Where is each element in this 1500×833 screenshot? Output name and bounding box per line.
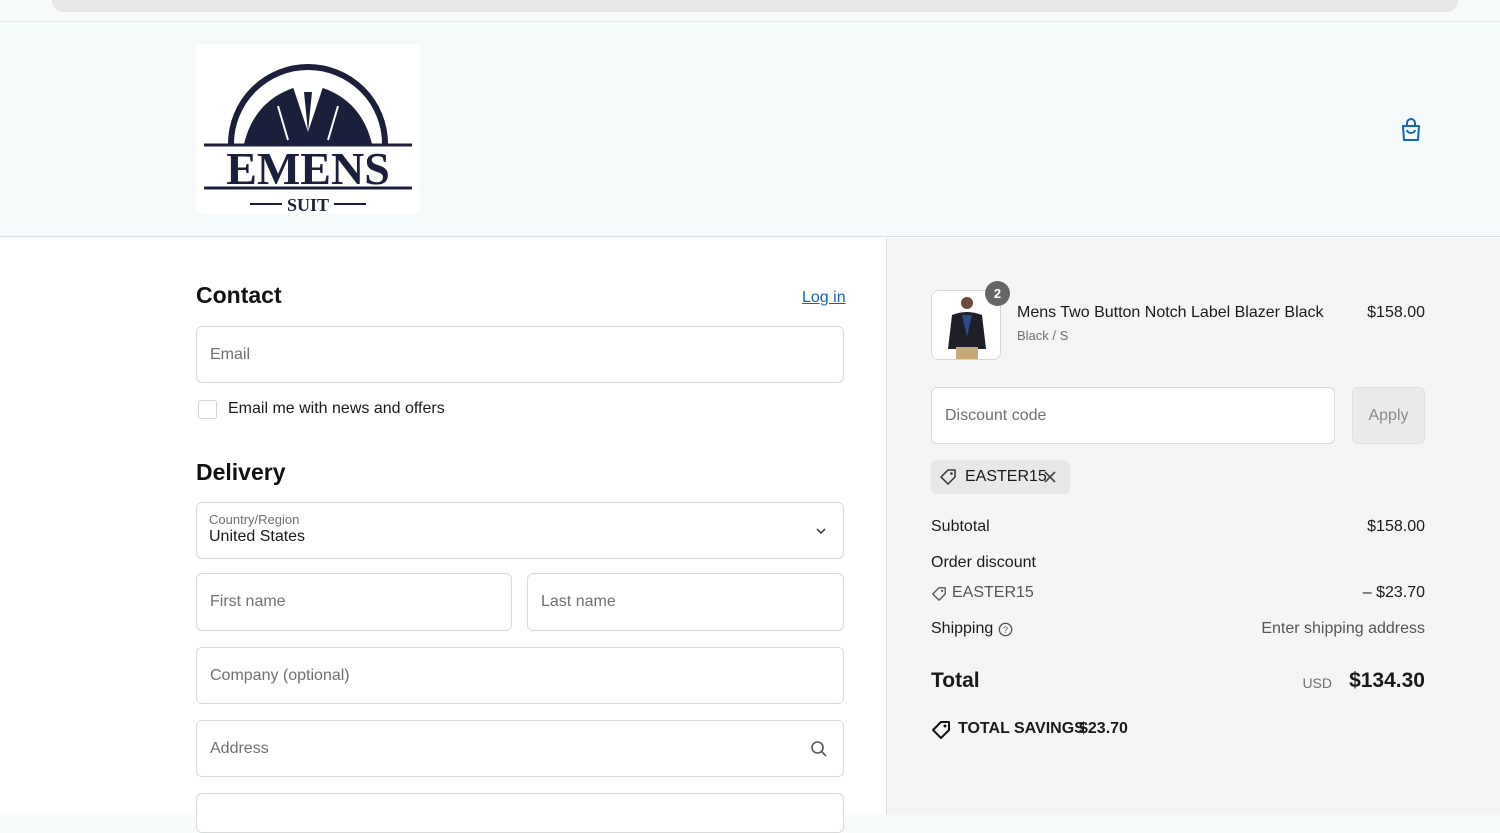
product-price: $158.00 — [1367, 304, 1425, 321]
login-link[interactable]: Log in — [802, 289, 846, 307]
product-name: Mens Two Button Notch Label Blazer Black — [1017, 304, 1324, 321]
savings-tag-icon — [932, 721, 950, 739]
browser-address-strip — [0, 0, 1500, 22]
discount-code-field[interactable]: Discount code — [931, 387, 1335, 444]
next-address-field[interactable] — [196, 793, 844, 833]
newsletter-checkbox[interactable] — [198, 400, 217, 419]
tag-icon — [932, 587, 946, 601]
search-icon — [811, 741, 827, 757]
address-bar[interactable] — [52, 0, 1458, 12]
last-name-field[interactable]: Last name — [527, 573, 844, 631]
total-value: $134.30 — [1349, 669, 1425, 692]
address-placeholder: Address — [210, 739, 269, 757]
company-placeholder: Company (optional) — [210, 666, 350, 684]
discount-value: – $23.70 — [1362, 584, 1425, 601]
total-savings-value: $23.70 — [1079, 720, 1128, 737]
subtotal-label: Subtotal — [931, 518, 990, 535]
country-select[interactable]: Country/Region United States — [196, 502, 844, 559]
last-name-placeholder: Last name — [541, 593, 616, 610]
shipping-value: Enter shipping address — [1261, 620, 1425, 637]
shipping-label: Shipping — [931, 620, 994, 637]
address-field[interactable]: Address — [196, 720, 844, 777]
shopping-bag-icon[interactable] — [1397, 116, 1425, 144]
logo-brand-name: EMENS — [226, 143, 390, 194]
apply-button[interactable]: Apply — [1352, 387, 1425, 444]
delivery-heading: Delivery — [196, 459, 286, 485]
total-savings-label: TOTAL SAVINGS — [958, 720, 1085, 737]
logo-subtitle: SUIT — [287, 195, 329, 214]
first-name-placeholder: First name — [210, 593, 286, 610]
country-label: Country/Region — [209, 512, 300, 527]
checkout-form: Contact Log in Email Email me with news … — [0, 238, 886, 833]
svg-text:?: ? — [1003, 625, 1008, 635]
remove-discount-icon[interactable] — [1043, 470, 1057, 484]
quantity-badge: 2 — [985, 281, 1010, 306]
company-field[interactable]: Company (optional) — [196, 647, 844, 704]
subtotal-value: $158.00 — [1367, 518, 1425, 535]
email-placeholder: Email — [210, 345, 251, 363]
checkout-header: EMENS SUIT — [0, 22, 1500, 237]
newsletter-label: Email me with news and offers — [228, 400, 445, 417]
first-name-field[interactable]: First name — [196, 573, 512, 631]
currency-label: USD — [1302, 675, 1332, 691]
chevron-down-icon — [816, 528, 826, 535]
discount-placeholder: Discount code — [945, 406, 1047, 424]
applied-discount-chip: EASTER15 — [931, 460, 1070, 494]
emens-suit-logo[interactable]: EMENS SUIT — [196, 44, 420, 215]
applied-code-label: EASTER15 — [965, 468, 1047, 485]
tag-icon — [940, 469, 956, 485]
email-field[interactable]: Email — [196, 326, 844, 383]
total-label: Total — [931, 669, 980, 692]
discount-code-label: EASTER15 — [952, 584, 1034, 601]
product-variant: Black / S — [1017, 328, 1069, 343]
contact-heading: Contact — [196, 282, 282, 308]
order-summary: 2 Mens Two Button Notch Label Blazer Bla… — [887, 238, 1500, 815]
help-icon[interactable]: ? — [998, 622, 1013, 637]
country-value: United States — [209, 528, 306, 545]
order-discount-label: Order discount — [931, 554, 1036, 571]
